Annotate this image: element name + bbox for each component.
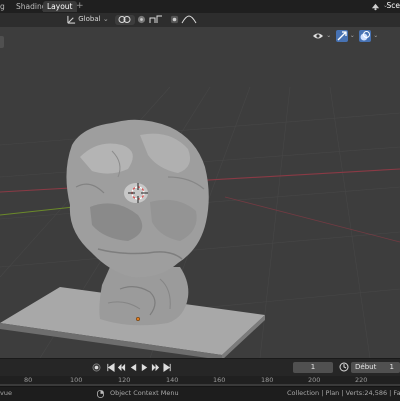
overlays-icon (359, 30, 371, 42)
scene-selector[interactable]: ⌄ Sce (360, 0, 400, 13)
ruler-tick: 100 (70, 376, 82, 384)
proportional-editing-icon (170, 15, 179, 24)
gizmo-icon (336, 30, 348, 42)
viewport-scene (0, 27, 400, 358)
start-frame-label: Début (355, 363, 376, 371)
current-frame-field[interactable]: 1 (293, 362, 333, 373)
next-keyframe-icon[interactable] (151, 363, 160, 372)
chevron-down-icon: ⌄ (326, 32, 331, 39)
transform-orientation-dropdown[interactable]: Global ⌄ (67, 14, 109, 24)
scene-name: Sce (387, 0, 400, 12)
orientation-icon (67, 15, 76, 24)
status-bar: vue Object Context Menu Collection | Pla… (0, 386, 400, 401)
snap-element-dropdown[interactable] (149, 15, 163, 25)
snap-icon (137, 15, 146, 24)
gizmo-toggle-button[interactable] (336, 30, 348, 42)
ruler-tick: 80 (24, 376, 32, 384)
previous-keyframe-icon[interactable] (117, 363, 126, 372)
scene-icon (371, 2, 380, 11)
timeline-header: 1 Début 1 (0, 358, 400, 376)
workspace-bar: g Shading Layout + ⌄ Sce (0, 0, 400, 14)
object-origin (136, 317, 140, 321)
ruler-tick: 200 (308, 376, 320, 384)
chevron-down-icon: ⌄ (350, 32, 355, 39)
viewport-header: Global ⌄ (0, 13, 400, 27)
toolbar-edge[interactable] (0, 36, 4, 48)
view-object-types-button[interactable] (312, 30, 324, 42)
chevron-down-icon: ⌄ (103, 15, 109, 23)
record-icon[interactable] (92, 363, 101, 372)
pivot-point-dropdown[interactable] (115, 15, 135, 25)
orientation-label: Global (78, 15, 100, 23)
ruler-tick: 220 (355, 376, 367, 384)
scene-statistics: Collection | Plan | Verts:24,586 | Faces… (287, 387, 400, 400)
overlays-toggle-button[interactable] (359, 30, 371, 42)
proportional-editing-toggle[interactable] (170, 15, 179, 25)
tab-layout[interactable]: Layout (43, 1, 77, 12)
chevron-down-icon: ⌄ (373, 32, 378, 39)
x-axis-line-far (225, 197, 400, 242)
ruler-tick: 180 (261, 376, 273, 384)
eye-icon (312, 30, 324, 42)
play-reverse-icon[interactable] (129, 363, 138, 372)
play-icon[interactable] (140, 363, 149, 372)
jump-to-start-icon[interactable] (106, 363, 115, 372)
status-left-text: vue (0, 387, 12, 400)
ruler-tick: 120 (118, 376, 130, 384)
falloff-dropdown[interactable] (181, 15, 197, 25)
snap-increment-icon (149, 15, 163, 24)
falloff-curve-icon (181, 15, 197, 24)
jump-to-end-icon[interactable] (163, 363, 172, 372)
add-workspace-button[interactable]: + (76, 0, 84, 12)
context-menu-hint: Object Context Menu (110, 387, 179, 400)
clock-icon[interactable] (339, 362, 349, 372)
viewport-overlay-buttons: ⌄ ⌄ ⌄ (310, 30, 378, 42)
tab-modeling[interactable]: g (0, 1, 9, 12)
start-frame-value: 1 (390, 362, 394, 373)
link-icon (118, 15, 132, 24)
mouse-right-click-icon (97, 390, 104, 398)
frame-ruler[interactable]: 80 100 120 140 160 180 200 220 (0, 376, 400, 386)
ruler-tick: 140 (166, 376, 178, 384)
ruler-tick: 160 (213, 376, 225, 384)
3d-viewport[interactable]: ⌄ ⌄ ⌄ (0, 27, 400, 358)
snap-toggle[interactable] (137, 15, 146, 25)
start-frame-field[interactable]: Début 1 (351, 362, 400, 373)
